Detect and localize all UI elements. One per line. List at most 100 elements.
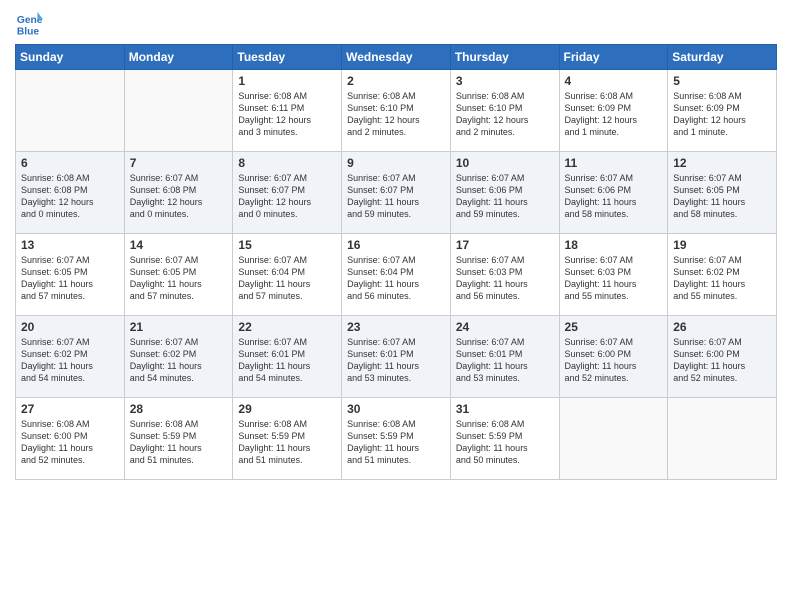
calendar-cell: 25 Sunrise: 6:07 AM Sunset: 6:00 PM Dayli… (559, 316, 668, 398)
logo: General Blue (15, 10, 43, 38)
day-number: 3 (456, 74, 554, 88)
calendar-cell (124, 70, 233, 152)
cell-info: Sunrise: 6:07 AM Sunset: 6:00 PM Dayligh… (565, 336, 663, 385)
calendar-cell: 19Sunrise: 6:07 AM Sunset: 6:02 PM Dayli… (668, 234, 777, 316)
day-number: 20 (21, 320, 119, 334)
calendar-cell (559, 398, 668, 480)
cell-info: Sunrise: 6:07 AM Sunset: 6:02 PM Dayligh… (21, 336, 119, 385)
day-number: 11 (565, 156, 663, 170)
day-number: 25 (565, 320, 663, 334)
cell-info: Sunrise: 6:08 AM Sunset: 5:59 PM Dayligh… (130, 418, 228, 467)
cell-info: Sunrise: 6:08 AM Sunset: 5:59 PM Dayligh… (238, 418, 336, 467)
day-number: 4 (565, 74, 663, 88)
calendar-cell: 27Sunrise: 6:08 AM Sunset: 6:00 PM Dayli… (16, 398, 125, 480)
cell-info: Sunrise: 6:08 AM Sunset: 6:11 PM Dayligh… (238, 90, 336, 139)
calendar-cell: 30 Sunrise: 6:08 AM Sunset: 5:59 PM Dayli… (342, 398, 451, 480)
cell-info: Sunrise: 6:07 AM Sunset: 6:07 PM Dayligh… (347, 172, 445, 221)
calendar-cell: 8 Sunrise: 6:07 AM Sunset: 6:07 PM Daylig… (233, 152, 342, 234)
day-number: 31 (456, 402, 554, 416)
day-number: 1 (238, 74, 336, 88)
day-number: 7 (130, 156, 228, 170)
page: General Blue SundayMondayTuesdayWednesda… (0, 0, 792, 612)
day-number: 15 (238, 238, 336, 252)
calendar-cell: 13 Sunrise: 6:07 AM Sunset: 6:05 PM Dayli… (16, 234, 125, 316)
day-number: 16 (347, 238, 445, 252)
day-number: 24 (456, 320, 554, 334)
week-row-5: 27Sunrise: 6:08 AM Sunset: 6:00 PM Dayli… (16, 398, 777, 480)
calendar-cell: 12Sunrise: 6:07 AM Sunset: 6:05 PM Dayli… (668, 152, 777, 234)
calendar-cell (668, 398, 777, 480)
cell-info: Sunrise: 6:07 AM Sunset: 6:05 PM Dayligh… (21, 254, 119, 303)
cell-info: Sunrise: 6:07 AM Sunset: 6:07 PM Dayligh… (238, 172, 336, 221)
weekday-header-row: SundayMondayTuesdayWednesdayThursdayFrid… (16, 45, 777, 70)
cell-info: Sunrise: 6:08 AM Sunset: 6:08 PM Dayligh… (21, 172, 119, 221)
day-number: 2 (347, 74, 445, 88)
calendar-cell: 22 Sunrise: 6:07 AM Sunset: 6:01 PM Dayli… (233, 316, 342, 398)
svg-text:Blue: Blue (17, 26, 40, 37)
weekday-header-friday: Friday (559, 45, 668, 70)
weekday-header-sunday: Sunday (16, 45, 125, 70)
calendar-cell: 14 Sunrise: 6:07 AM Sunset: 6:05 PM Dayli… (124, 234, 233, 316)
day-number: 27 (21, 402, 119, 416)
week-row-3: 13 Sunrise: 6:07 AM Sunset: 6:05 PM Dayli… (16, 234, 777, 316)
calendar-cell: 18 Sunrise: 6:07 AM Sunset: 6:03 PM Dayli… (559, 234, 668, 316)
day-number: 18 (565, 238, 663, 252)
cell-info: Sunrise: 6:08 AM Sunset: 5:59 PM Dayligh… (347, 418, 445, 467)
cell-info: Sunrise: 6:07 AM Sunset: 6:03 PM Dayligh… (456, 254, 554, 303)
calendar: SundayMondayTuesdayWednesdayThursdayFrid… (15, 44, 777, 480)
day-number: 6 (21, 156, 119, 170)
logo-icon: General Blue (15, 10, 43, 38)
calendar-cell (16, 70, 125, 152)
cell-info: Sunrise: 6:08 AM Sunset: 5:59 PM Dayligh… (456, 418, 554, 467)
cell-info: Sunrise: 6:07 AM Sunset: 6:08 PM Dayligh… (130, 172, 228, 221)
day-number: 23 (347, 320, 445, 334)
calendar-cell: 1 Sunrise: 6:08 AM Sunset: 6:11 PM Daylig… (233, 70, 342, 152)
day-number: 8 (238, 156, 336, 170)
day-number: 22 (238, 320, 336, 334)
week-row-2: 6 Sunrise: 6:08 AM Sunset: 6:08 PM Daylig… (16, 152, 777, 234)
cell-info: Sunrise: 6:08 AM Sunset: 6:09 PM Dayligh… (565, 90, 663, 139)
calendar-cell: 6 Sunrise: 6:08 AM Sunset: 6:08 PM Daylig… (16, 152, 125, 234)
calendar-cell: 4 Sunrise: 6:08 AM Sunset: 6:09 PM Daylig… (559, 70, 668, 152)
day-number: 10 (456, 156, 554, 170)
weekday-header-tuesday: Tuesday (233, 45, 342, 70)
calendar-cell: 24 Sunrise: 6:07 AM Sunset: 6:01 PM Dayli… (450, 316, 559, 398)
day-number: 29 (238, 402, 336, 416)
cell-info: Sunrise: 6:07 AM Sunset: 6:01 PM Dayligh… (347, 336, 445, 385)
cell-info: Sunrise: 6:07 AM Sunset: 6:02 PM Dayligh… (673, 254, 771, 303)
calendar-cell: 11 Sunrise: 6:07 AM Sunset: 6:06 PM Dayli… (559, 152, 668, 234)
cell-info: Sunrise: 6:07 AM Sunset: 6:01 PM Dayligh… (238, 336, 336, 385)
cell-info: Sunrise: 6:07 AM Sunset: 6:05 PM Dayligh… (130, 254, 228, 303)
calendar-cell: 23 Sunrise: 6:07 AM Sunset: 6:01 PM Dayli… (342, 316, 451, 398)
week-row-4: 20 Sunrise: 6:07 AM Sunset: 6:02 PM Dayli… (16, 316, 777, 398)
cell-info: Sunrise: 6:07 AM Sunset: 6:00 PM Dayligh… (673, 336, 771, 385)
cell-info: Sunrise: 6:07 AM Sunset: 6:04 PM Dayligh… (238, 254, 336, 303)
weekday-header-thursday: Thursday (450, 45, 559, 70)
weekday-header-wednesday: Wednesday (342, 45, 451, 70)
cell-info: Sunrise: 6:07 AM Sunset: 6:05 PM Dayligh… (673, 172, 771, 221)
day-number: 30 (347, 402, 445, 416)
day-number: 5 (673, 74, 771, 88)
cell-info: Sunrise: 6:07 AM Sunset: 6:06 PM Dayligh… (565, 172, 663, 221)
calendar-cell: 17 Sunrise: 6:07 AM Sunset: 6:03 PM Dayli… (450, 234, 559, 316)
day-number: 26 (673, 320, 771, 334)
cell-info: Sunrise: 6:07 AM Sunset: 6:04 PM Dayligh… (347, 254, 445, 303)
calendar-cell: 16 Sunrise: 6:07 AM Sunset: 6:04 PM Dayli… (342, 234, 451, 316)
calendar-cell: 21 Sunrise: 6:07 AM Sunset: 6:02 PM Dayli… (124, 316, 233, 398)
cell-info: Sunrise: 6:07 AM Sunset: 6:06 PM Dayligh… (456, 172, 554, 221)
day-number: 13 (21, 238, 119, 252)
week-row-1: 1 Sunrise: 6:08 AM Sunset: 6:11 PM Daylig… (16, 70, 777, 152)
cell-info: Sunrise: 6:08 AM Sunset: 6:10 PM Dayligh… (456, 90, 554, 139)
cell-info: Sunrise: 6:08 AM Sunset: 6:10 PM Dayligh… (347, 90, 445, 139)
cell-info: Sunrise: 6:07 AM Sunset: 6:02 PM Dayligh… (130, 336, 228, 385)
cell-info: Sunrise: 6:07 AM Sunset: 6:01 PM Dayligh… (456, 336, 554, 385)
calendar-cell: 20 Sunrise: 6:07 AM Sunset: 6:02 PM Dayli… (16, 316, 125, 398)
calendar-cell: 15 Sunrise: 6:07 AM Sunset: 6:04 PM Dayli… (233, 234, 342, 316)
day-number: 21 (130, 320, 228, 334)
cell-info: Sunrise: 6:07 AM Sunset: 6:03 PM Dayligh… (565, 254, 663, 303)
day-number: 14 (130, 238, 228, 252)
header: General Blue (15, 10, 777, 38)
cell-info: Sunrise: 6:08 AM Sunset: 6:09 PM Dayligh… (673, 90, 771, 139)
day-number: 17 (456, 238, 554, 252)
day-number: 9 (347, 156, 445, 170)
